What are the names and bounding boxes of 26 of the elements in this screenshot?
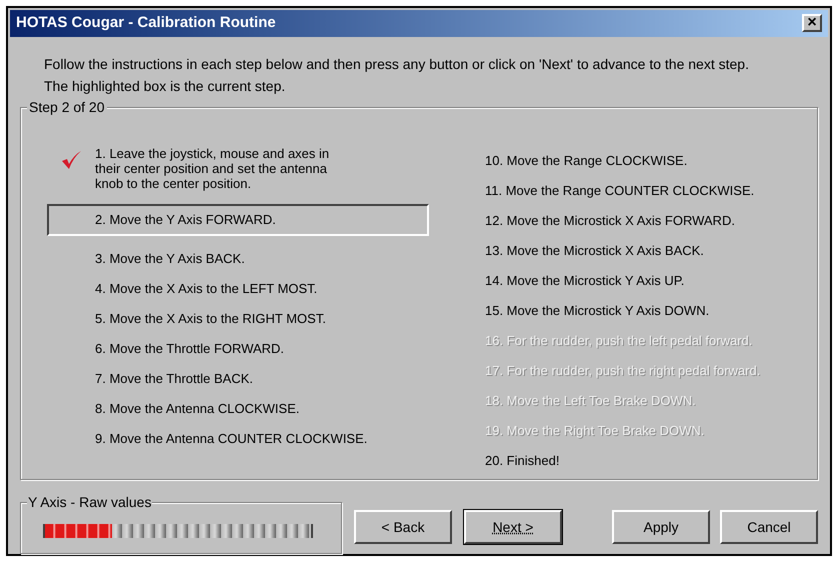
instruction-text: The highlighted box is the current step.: [44, 76, 286, 96]
current-step: 2. Move the Y Axis FORWARD.: [47, 204, 429, 236]
window-title: HOTAS Cougar - Calibration Routine: [16, 13, 276, 34]
step-text: 5. Move the X Axis to the RIGHT MOST.: [95, 311, 326, 326]
instruction-text: Follow the instructions in each step below and then press any button or click on 'Next' to advance to the next step.: [44, 54, 750, 74]
step-text: 7. Move the Throttle BACK.: [95, 371, 253, 386]
step-text: 11. Move the Range COUNTER CLOCKWISE.: [485, 183, 754, 198]
next-button[interactable]: Next >: [464, 510, 562, 544]
step-text: 14. Move the Microstick Y Axis UP.: [485, 273, 684, 288]
group-title: Y Axis - Raw values: [27, 494, 152, 510]
back-button[interactable]: < Back: [354, 510, 452, 544]
step-text: 3. Move the Y Axis BACK.: [95, 251, 245, 266]
step-text: 12. Move the Microstick X Axis FORWARD.: [485, 213, 735, 228]
step-text: 13. Move the Microstick X Axis BACK.: [485, 243, 704, 258]
step-text: 10. Move the Range CLOCKWISE.: [485, 153, 688, 168]
step-text: 6. Move the Throttle FORWARD.: [95, 341, 284, 356]
group-title: Step 2 of 20: [27, 98, 107, 115]
step-text: 4. Move the X Axis to the LEFT MOST.: [95, 281, 318, 296]
step-text: 1. Leave the joystick, mouse and axes in their center position and set the antenna knob to the center position.: [95, 146, 330, 191]
cancel-button[interactable]: Cancel: [720, 510, 818, 544]
step-text: 9. Move the Antenna COUNTER CLOCKWISE.: [95, 431, 368, 446]
apply-button[interactable]: Apply: [612, 510, 710, 544]
step-text: 20. Finished!: [485, 453, 560, 468]
step-text: 8. Move the Antenna CLOCKWISE.: [95, 401, 300, 416]
close-button[interactable]: ×: [802, 14, 822, 32]
step-text: 15. Move the Microstick Y Axis DOWN.: [485, 303, 710, 318]
